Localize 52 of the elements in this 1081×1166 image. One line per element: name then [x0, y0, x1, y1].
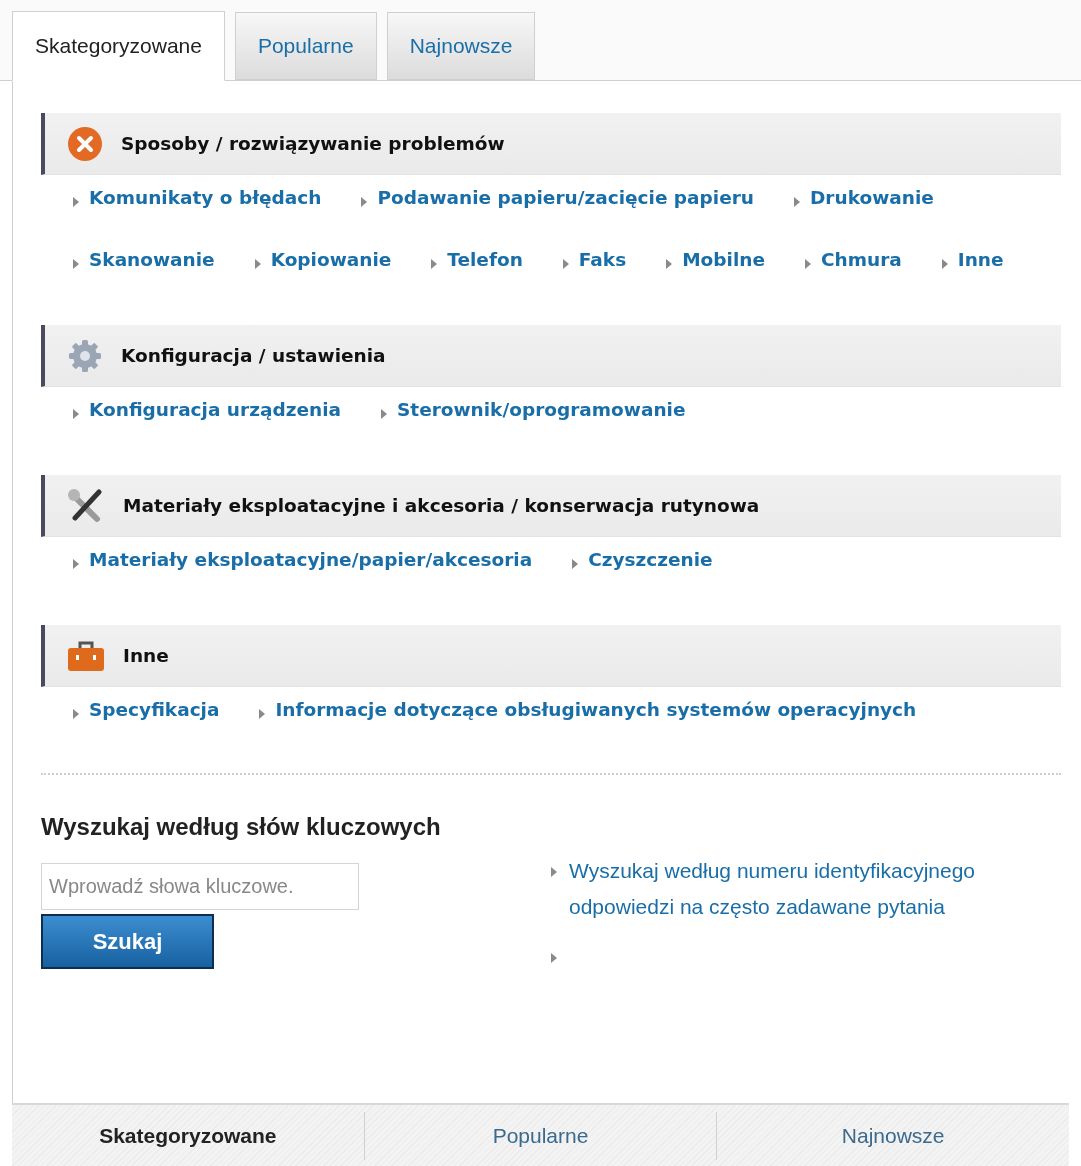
category-link[interactable]: Informacje dotyczące obsługiwanych systemów operacyjnych	[275, 689, 917, 731]
bullet-arrow-icon	[73, 559, 79, 569]
faq-id-search-link[interactable]: Wyszukaj według numeru identyfikacyjnego odpowiedzi na często zadawane pytania	[569, 853, 1026, 925]
bullet-arrow-icon	[73, 709, 79, 719]
tab[interactable]: Skategoryzowane	[12, 11, 225, 81]
bullet-arrow-icon	[804, 259, 811, 269]
bottom-tab[interactable]: Skategoryzowane	[12, 1111, 364, 1160]
category-link[interactable]: Komunikaty o błędach	[89, 177, 322, 219]
tab[interactable]: Popularne	[234, 12, 377, 80]
bullet-arrow-icon	[254, 259, 261, 269]
search-button[interactable]: Szukaj	[41, 914, 214, 969]
section-title: Konfiguracja / ustawienia	[121, 343, 386, 368]
bullet-arrow-icon	[551, 867, 557, 877]
category-link[interactable]: Drukowanie	[810, 177, 934, 219]
error-icon	[67, 125, 103, 162]
screwdriver-wrench-icon	[67, 488, 105, 523]
bottom-tab[interactable]: Najnowsze	[716, 1111, 1069, 1160]
bullet-arrow-icon	[361, 197, 368, 207]
bullet-arrow-icon	[562, 259, 569, 269]
category-link[interactable]: Podawanie papieru/zacięcie papieru	[377, 177, 754, 219]
category-link[interactable]: Materiały eksploatacyjne/papier/akcesoria	[89, 539, 533, 581]
category-link[interactable]: Kopiowanie	[270, 239, 392, 281]
bullet-arrow-icon	[666, 259, 673, 269]
category-link[interactable]: Inne	[957, 239, 1004, 281]
section-title: Sposoby / rozwiązywanie problemów	[121, 131, 505, 156]
category-link[interactable]: Specyfikacja	[89, 689, 220, 731]
bullet-arrow-icon	[259, 709, 266, 719]
keyword-input-field[interactable]: Wprowadź słowa kluczowe.	[41, 863, 359, 910]
toolbox-icon	[67, 639, 105, 672]
bullet-arrow-icon	[73, 409, 79, 419]
bullet-arrow-icon	[431, 259, 438, 269]
bullet-arrow-icon	[73, 259, 79, 269]
category-link[interactable]: Sterownik/oprogramowanie	[396, 389, 686, 431]
category-link[interactable]: Mobilne	[682, 239, 765, 281]
bottom-tab[interactable]: Popularne	[363, 1111, 717, 1160]
gear-icon	[67, 337, 103, 374]
category-link[interactable]: Skanowanie	[89, 239, 215, 281]
search-heading: Wyszukaj według słów kluczowych	[41, 812, 442, 842]
bullet-arrow-icon	[73, 197, 79, 207]
bullet-arrow-icon	[572, 559, 579, 569]
bullet-arrow-icon	[551, 953, 557, 963]
category-link[interactable]: Faks	[578, 239, 627, 281]
category-link[interactable]: Czyszczenie	[588, 539, 713, 581]
section-title: Materiały eksploatacyjne i akcesoria / konserwacja rutynowa	[123, 493, 760, 518]
section-title: Inne	[123, 643, 169, 668]
category-link[interactable]: Konfiguracja urządzenia	[89, 389, 341, 431]
bullet-arrow-icon	[380, 409, 387, 419]
bullet-arrow-icon	[941, 259, 948, 269]
category-link[interactable]: Telefon	[447, 239, 523, 281]
tab[interactable]: Najnowsze	[386, 12, 536, 80]
category-link[interactable]: Chmura	[820, 239, 902, 281]
bullet-arrow-icon	[794, 197, 800, 207]
